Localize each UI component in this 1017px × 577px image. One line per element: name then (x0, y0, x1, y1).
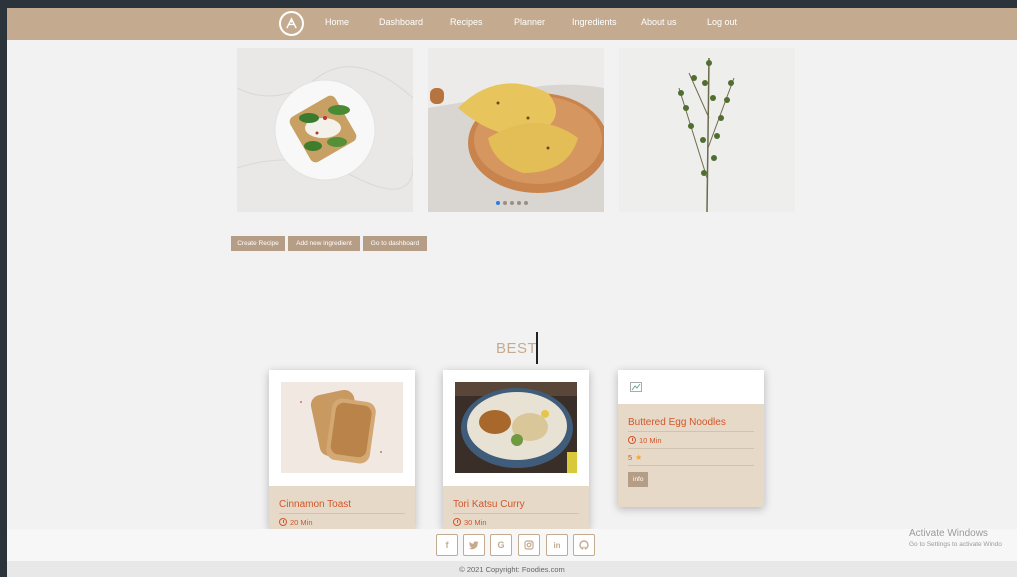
activate-windows-title: Activate Windows (909, 528, 988, 539)
recipe-time: 10 Min (639, 435, 662, 445)
carousel-indicators (496, 201, 528, 205)
carousel-slide-avocado-toast (237, 48, 413, 212)
recipe-card[interactable]: Cinnamon Toast 20 Min (269, 370, 415, 529)
nav-about-us[interactable]: About us (641, 17, 677, 27)
clock-icon (279, 518, 287, 526)
recipe-rating: 5 (628, 452, 633, 462)
carousel-dot[interactable] (524, 201, 528, 205)
recipe-time: 20 Min (290, 517, 313, 527)
activate-windows-subtitle: Go to Settings to activate Windo (909, 541, 1002, 548)
text-cursor (536, 332, 538, 364)
nav-ingredients[interactable]: Ingredients (572, 17, 617, 27)
recipe-title[interactable]: Tori Katsu Curry (453, 486, 579, 513)
broken-image-icon (630, 382, 642, 392)
footer: f G in (7, 529, 1017, 561)
recipe-title[interactable]: Cinnamon Toast (279, 486, 405, 513)
activate-windows-watermark: Activate Windows Go to Settings to activ… (909, 528, 1002, 548)
recipe-image-cinnamon-toast (281, 382, 403, 473)
navbar: Home Dashboard Recipes Planner Ingredien… (7, 8, 1017, 40)
clock-icon (628, 436, 636, 444)
clock-icon (453, 518, 461, 526)
linkedin-icon[interactable]: in (546, 534, 568, 556)
create-recipe-button[interactable]: Create Recipe (231, 236, 285, 251)
carousel-slide-thyme (619, 48, 795, 212)
star-icon: ★ (635, 452, 643, 462)
logo-icon[interactable] (279, 11, 304, 36)
add-ingredient-button[interactable]: Add new ingredient (288, 236, 360, 251)
copyright: © 2021 Copyright: Foodies.com (7, 561, 1017, 577)
recipe-title[interactable]: Buttered Egg Noodles (628, 404, 754, 431)
facebook-icon[interactable]: f (436, 534, 458, 556)
carousel-dot[interactable] (510, 201, 514, 205)
go-to-dashboard-button[interactable]: Go to dashboard (363, 236, 427, 251)
recipe-card[interactable]: Buttered Egg Noodles 10 Min 5 ★ info (618, 370, 764, 507)
nav-dashboard[interactable]: Dashboard (379, 17, 423, 27)
nav-recipes[interactable]: Recipes (450, 17, 483, 27)
recipe-time: 30 Min (464, 517, 487, 527)
instagram-icon[interactable] (518, 534, 540, 556)
twitter-icon[interactable] (463, 534, 485, 556)
nav-log-out[interactable]: Log out (707, 17, 737, 27)
recipe-card[interactable]: Tori Katsu Curry 30 Min (443, 370, 589, 529)
carousel-slide-crepes (428, 48, 604, 212)
carousel-dot[interactable] (517, 201, 521, 205)
page: Home Dashboard Recipes Planner Ingredien… (7, 8, 1017, 577)
recipe-image-tori-katsu-curry (455, 382, 577, 473)
nav-home[interactable]: Home (325, 17, 349, 27)
google-icon[interactable]: G (490, 534, 512, 556)
info-button[interactable]: info (628, 472, 649, 487)
carousel-dot[interactable] (496, 201, 500, 205)
carousel-dot[interactable] (503, 201, 507, 205)
github-icon[interactable] (573, 534, 595, 556)
best-section-title: BEST (496, 340, 538, 357)
nav-planner[interactable]: Planner (514, 17, 545, 27)
